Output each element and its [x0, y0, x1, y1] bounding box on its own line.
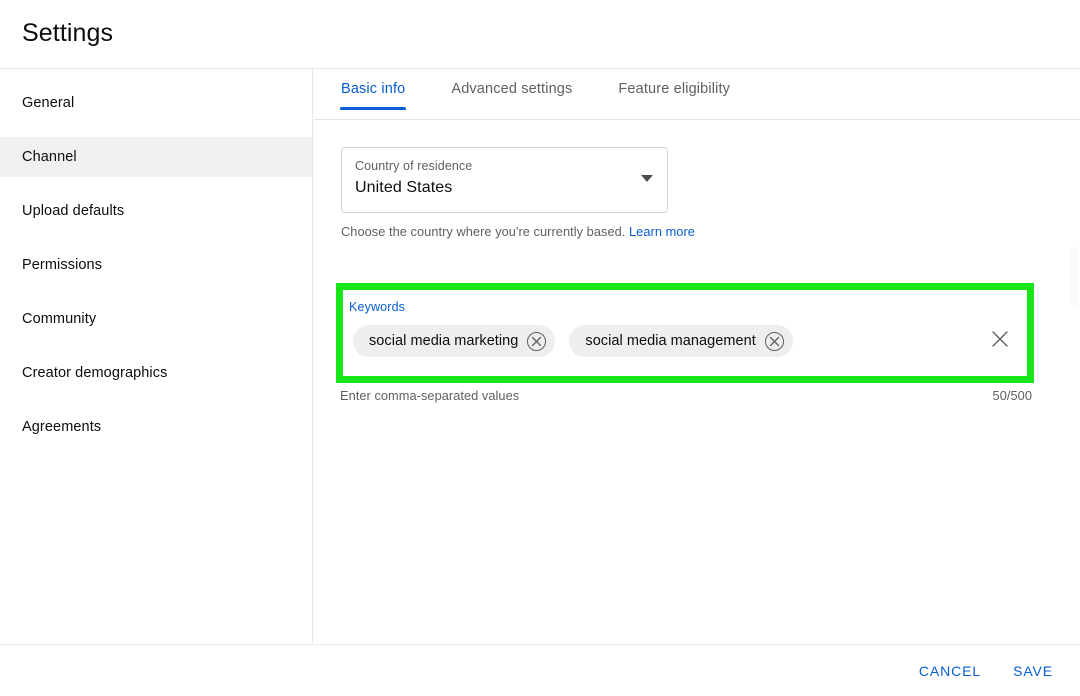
sidebar-item-label: General — [22, 95, 74, 111]
page-header: Settings — [0, 0, 1080, 69]
sidebar-item-label: Agreements — [22, 419, 101, 435]
keywords-helper-row: Enter comma-separated values 50/500 — [340, 388, 1032, 403]
close-circle-icon[interactable] — [527, 332, 546, 351]
sidebar-item-channel[interactable]: Channel — [0, 137, 312, 177]
sidebar-item-label: Community — [22, 311, 96, 327]
keyword-chip-label: social media management — [585, 333, 755, 349]
tab-advanced-settings[interactable]: Advanced settings — [451, 81, 572, 110]
chevron-down-icon — [641, 175, 653, 182]
settings-sidebar: General Channel Upload defaults Permissi… — [0, 69, 313, 643]
sidebar-item-agreements[interactable]: Agreements — [0, 407, 312, 447]
page-title: Settings — [22, 19, 113, 48]
close-circle-icon[interactable] — [765, 332, 784, 351]
keywords-character-counter: 50/500 — [993, 388, 1032, 403]
sidebar-item-upload-defaults[interactable]: Upload defaults — [0, 191, 312, 231]
footer-actions: CANCEL SAVE — [908, 645, 1064, 696]
settings-page: Settings General Channel Upload defaults… — [0, 0, 1080, 696]
tab-label: Advanced settings — [451, 81, 572, 97]
cancel-button[interactable]: CANCEL — [908, 654, 992, 688]
keyword-chip-label: social media marketing — [369, 333, 518, 349]
tab-label: Feature eligibility — [618, 81, 730, 97]
sidebar-item-permissions[interactable]: Permissions — [0, 245, 312, 285]
tab-basic-info[interactable]: Basic info — [341, 81, 405, 110]
keyword-chip[interactable]: social media management — [569, 325, 792, 357]
tab-feature-eligibility[interactable]: Feature eligibility — [618, 81, 730, 110]
close-icon[interactable] — [987, 326, 1013, 352]
country-select-value: United States — [355, 179, 452, 197]
save-button[interactable]: SAVE — [1002, 654, 1064, 688]
learn-more-link[interactable]: Learn more — [629, 224, 695, 239]
sidebar-item-label: Channel — [22, 149, 77, 165]
sidebar-item-label: Creator demographics — [22, 365, 167, 381]
keywords-helper-text: Enter comma-separated values — [340, 388, 519, 403]
sidebar-item-label: Upload defaults — [22, 203, 124, 219]
sidebar-item-creator-demographics[interactable]: Creator demographics — [0, 353, 312, 393]
country-select-label: Country of residence — [355, 159, 472, 173]
keyword-chip[interactable]: social media marketing — [353, 325, 555, 357]
sidebar-item-community[interactable]: Community — [0, 299, 312, 339]
country-of-residence-select[interactable]: Country of residence United States — [341, 147, 668, 213]
tab-label: Basic info — [341, 81, 405, 97]
country-helper-text: Choose the country where you're currentl… — [341, 224, 625, 239]
basic-info-panel: Country of residence United States Choos… — [314, 120, 1080, 239]
keywords-label: Keywords — [349, 300, 405, 314]
content-scrollbar[interactable] — [1071, 247, 1078, 307]
keywords-chip-list: social media marketing social media mana… — [353, 325, 793, 357]
sidebar-item-general[interactable]: General — [0, 83, 312, 123]
tab-bar: Basic info Advanced settings Feature eli… — [314, 69, 1080, 120]
keywords-field[interactable]: Keywords social media marketing social m… — [343, 290, 1027, 376]
keywords-field-highlight: Keywords social media marketing social m… — [336, 283, 1034, 383]
sidebar-item-label: Permissions — [22, 257, 102, 273]
page-footer: CANCEL SAVE — [0, 644, 1080, 696]
country-helper-row: Choose the country where you're currentl… — [341, 224, 1080, 239]
